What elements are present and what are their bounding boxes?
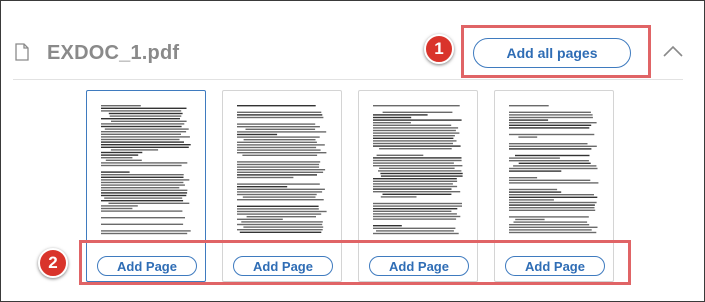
- chevron-up-icon[interactable]: [662, 43, 684, 59]
- page-thumbnail-2: [237, 105, 327, 233]
- file-icon: [15, 43, 29, 61]
- page-thumbnail-3: [373, 105, 463, 235]
- add-all-pages-button[interactable]: Add all pages: [473, 38, 631, 68]
- callout-badge-1: 1: [424, 34, 454, 64]
- callout-badge-2: 2: [38, 248, 68, 278]
- header-divider: [13, 79, 683, 80]
- page-thumbnail-4: [509, 105, 599, 234]
- file-name: EXDOC_1.pdf: [47, 42, 180, 64]
- document-panel: EXDOC_1.pdf Add all pages 1 Add Page Add…: [0, 0, 705, 302]
- callout-highlight-2: [79, 240, 631, 285]
- page-thumbnail-1: [101, 105, 191, 235]
